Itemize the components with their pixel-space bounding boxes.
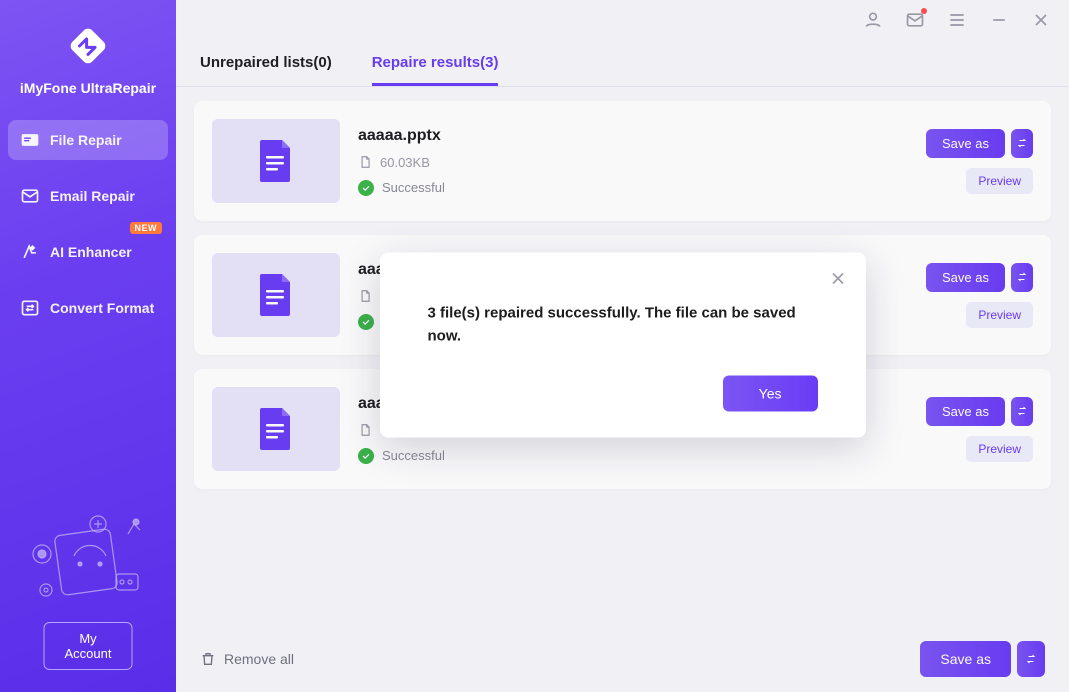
app-name: iMyFone UltraRepair: [20, 80, 156, 96]
sidebar-item-convert-format[interactable]: Convert Format: [8, 288, 168, 328]
sidebar-item-label: Convert Format: [50, 300, 154, 316]
sidebar-item-email-repair[interactable]: Email Repair: [8, 176, 168, 216]
sidebar-item-label: File Repair: [50, 132, 122, 148]
main-panel: Unrepaired lists(0) Repaire results(3) a…: [176, 0, 1069, 692]
new-badge: NEW: [130, 222, 163, 234]
sidebar: iMyFone UltraRepair File Repair Email Re…: [0, 0, 176, 692]
sidebar-item-label: AI Enhancer: [50, 244, 132, 260]
email-repair-icon: [20, 186, 40, 206]
ai-enhancer-icon: [20, 242, 40, 262]
app-logo: [64, 22, 112, 70]
dialog-message: 3 file(s) repaired successfully. The fil…: [428, 303, 818, 348]
sidebar-item-file-repair[interactable]: File Repair: [8, 120, 168, 160]
convert-format-icon: [20, 298, 40, 318]
dialog-close-icon[interactable]: [828, 269, 848, 289]
sidebar-illustration: [16, 510, 156, 606]
file-repair-icon: [20, 130, 40, 150]
dialog-yes-button[interactable]: Yes: [723, 376, 818, 412]
sidebar-nav: File Repair Email Repair AI Enhancer NEW: [0, 120, 176, 328]
sidebar-item-ai-enhancer[interactable]: AI Enhancer NEW: [8, 232, 168, 272]
my-account-button[interactable]: My Account: [44, 622, 133, 670]
sidebar-item-label: Email Repair: [50, 188, 135, 204]
success-dialog: 3 file(s) repaired successfully. The fil…: [380, 253, 866, 438]
